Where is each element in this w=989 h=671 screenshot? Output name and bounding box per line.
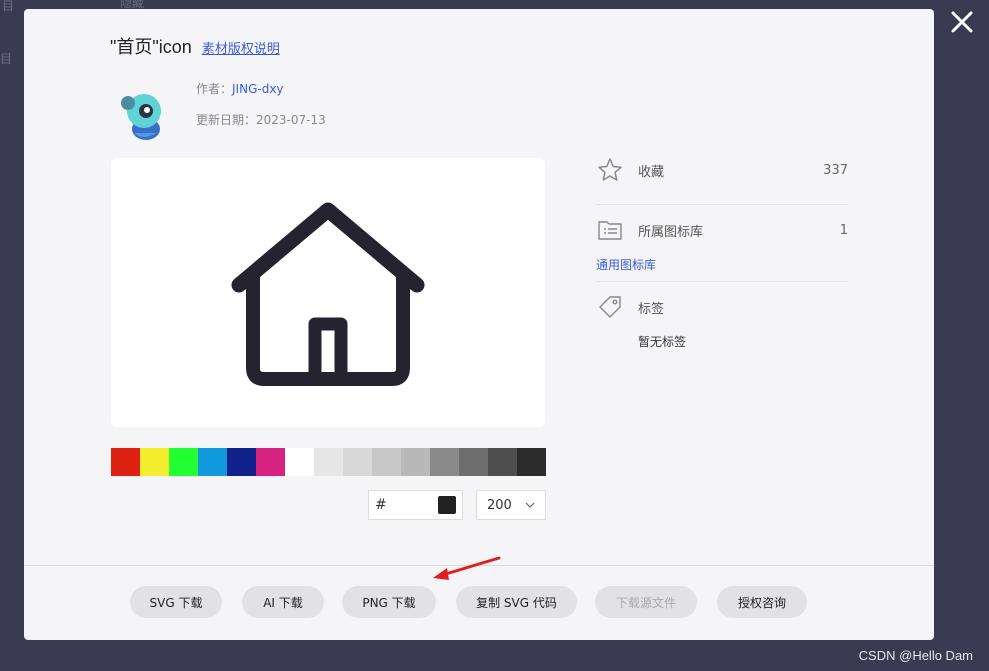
annotation-arrow-icon bbox=[433, 556, 501, 580]
hex-prefix: # bbox=[375, 497, 387, 513]
folder-list-icon bbox=[598, 221, 622, 240]
tags-row: 标签 bbox=[596, 293, 848, 321]
color-palette bbox=[111, 448, 546, 476]
icon-title: "首页"icon bbox=[110, 37, 192, 57]
author-link[interactable]: JING-dxy bbox=[232, 82, 284, 96]
size-value: 200 bbox=[487, 497, 512, 513]
color-swatch[interactable] bbox=[198, 448, 227, 476]
backdrop-fragment: 目 bbox=[0, 52, 13, 66]
ai-download-button[interactable]: AI 下载 bbox=[242, 586, 324, 618]
color-swatch[interactable] bbox=[140, 448, 169, 476]
house-icon bbox=[231, 202, 425, 386]
divider bbox=[596, 281, 848, 282]
backdrop-fragment: 目 bbox=[2, 0, 15, 13]
author-avatar[interactable] bbox=[114, 83, 174, 143]
chevron-down-icon bbox=[525, 502, 535, 508]
license-link[interactable]: 素材版权说明 bbox=[202, 38, 280, 57]
divider bbox=[596, 204, 848, 205]
star-icon[interactable] bbox=[596, 156, 624, 184]
updated-date: 2023-07-13 bbox=[256, 113, 326, 127]
author-label: 作者： bbox=[196, 82, 233, 96]
color-swatch[interactable] bbox=[169, 448, 198, 476]
library-link[interactable]: 通用图标库 bbox=[596, 256, 656, 273]
color-swatch[interactable] bbox=[488, 448, 517, 476]
library-count: 1 bbox=[839, 222, 848, 238]
download-source-button: 下载源文件 bbox=[595, 586, 697, 618]
hex-color-input[interactable]: # bbox=[368, 490, 463, 520]
copy-svg-code-button[interactable]: 复制 SVG 代码 bbox=[456, 586, 577, 618]
color-swatch[interactable] bbox=[227, 448, 256, 476]
current-color-chip[interactable] bbox=[438, 496, 456, 514]
library-row: 所属图标库 1 bbox=[596, 216, 848, 244]
color-swatch[interactable] bbox=[111, 448, 140, 476]
color-swatch[interactable] bbox=[459, 448, 488, 476]
color-swatch[interactable] bbox=[517, 448, 546, 476]
author-meta: 作者：JING-dxy bbox=[196, 80, 284, 97]
svg-download-button[interactable]: SVG 下载 bbox=[130, 586, 222, 618]
no-tags-text: 暂无标签 bbox=[638, 335, 687, 349]
icon-preview bbox=[111, 158, 545, 427]
dialog-header: "首页"icon 素材版权说明 bbox=[110, 33, 280, 59]
color-swatch[interactable] bbox=[256, 448, 285, 476]
library-label: 所属图标库 bbox=[638, 224, 704, 240]
tags-label: 标签 bbox=[638, 301, 665, 317]
favorite-row[interactable]: 收藏 337 bbox=[596, 156, 848, 184]
favorite-count: 337 bbox=[823, 162, 848, 178]
color-swatch[interactable] bbox=[314, 448, 343, 476]
tag-icon bbox=[599, 296, 621, 318]
updated-label: 更新日期： bbox=[196, 113, 257, 127]
color-swatch[interactable] bbox=[372, 448, 401, 476]
icon-detail-dialog: "首页"icon 素材版权说明 作者：JING-dxy 更新日期：2023-07… bbox=[24, 9, 934, 640]
color-swatch[interactable] bbox=[285, 448, 314, 476]
size-select[interactable]: 200 bbox=[476, 490, 546, 520]
watermark: CSDN @Hello Dam bbox=[858, 648, 973, 663]
license-consult-button[interactable]: 授权咨询 bbox=[717, 586, 807, 618]
color-swatch[interactable] bbox=[343, 448, 372, 476]
updated-meta: 更新日期：2023-07-13 bbox=[196, 111, 326, 128]
png-download-button[interactable]: PNG 下载 bbox=[342, 586, 436, 618]
color-swatch[interactable] bbox=[430, 448, 459, 476]
favorite-label: 收藏 bbox=[638, 164, 665, 180]
color-swatch[interactable] bbox=[401, 448, 430, 476]
close-icon[interactable] bbox=[948, 8, 976, 36]
